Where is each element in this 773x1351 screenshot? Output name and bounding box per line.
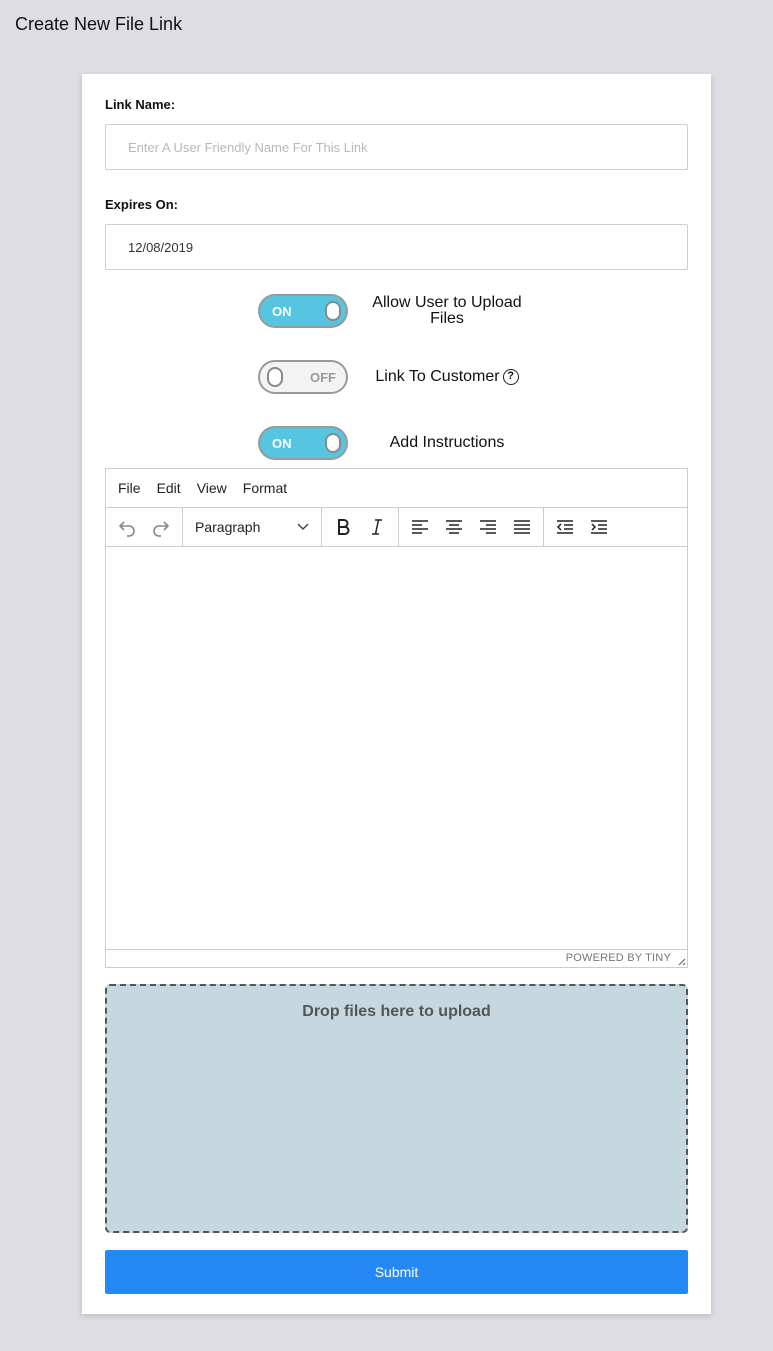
- toggle-state-text: OFF: [310, 370, 336, 385]
- align-group: [399, 508, 544, 546]
- align-justify-icon[interactable]: [505, 512, 539, 542]
- allow-upload-label: Allow User to Upload Files: [372, 294, 522, 327]
- allow-upload-toggle[interactable]: ON: [258, 294, 348, 328]
- rich-text-editor: File Edit View Format Paragraph POWERED …: [105, 468, 688, 968]
- dropzone-text: Drop files here to upload: [302, 1003, 491, 1020]
- expires-on-input[interactable]: [105, 224, 688, 270]
- outdent-icon[interactable]: [548, 512, 582, 542]
- toggle-row-allow-upload: ON Allow User to Upload Files: [82, 293, 711, 329]
- link-name-input[interactable]: [105, 124, 688, 170]
- align-center-icon[interactable]: [437, 512, 471, 542]
- bold-icon[interactable]: [326, 512, 360, 542]
- editor-toolbar: Paragraph: [106, 508, 687, 547]
- resize-handle-icon[interactable]: [676, 956, 686, 966]
- toggle-knob: [325, 301, 341, 321]
- powered-by-tiny-link[interactable]: POWERED BY TINY: [566, 952, 671, 964]
- toggle-row-add-instructions: ON Add Instructions: [82, 425, 711, 461]
- toggle-knob: [267, 367, 283, 387]
- link-customer-label: Link To Customer: [375, 368, 500, 385]
- page-title: Create New File Link: [15, 14, 183, 34]
- align-left-icon[interactable]: [403, 512, 437, 542]
- block-format-group: Paragraph: [183, 508, 322, 546]
- menu-format[interactable]: Format: [235, 480, 295, 496]
- indent-group: [544, 508, 620, 546]
- undo-icon[interactable]: [110, 512, 144, 542]
- indent-icon[interactable]: [582, 512, 616, 542]
- format-group: [322, 508, 399, 546]
- link-name-label: Link Name:: [105, 97, 176, 112]
- align-right-icon[interactable]: [471, 512, 505, 542]
- italic-icon[interactable]: [360, 512, 394, 542]
- editor-statusbar: POWERED BY TINY: [106, 949, 687, 967]
- submit-button[interactable]: Submit: [105, 1250, 688, 1294]
- file-dropzone[interactable]: Drop files here to upload: [105, 984, 688, 1233]
- toggle-row-link-customer: OFF Link To Customer?: [82, 359, 711, 395]
- form-card: Link Name: Expires On: ON Allow User to …: [82, 74, 711, 1314]
- redo-icon[interactable]: [144, 512, 178, 542]
- toggle-state-text: ON: [272, 304, 292, 319]
- editor-menubar: File Edit View Format: [106, 469, 687, 508]
- question-circle-icon[interactable]: ?: [502, 369, 519, 385]
- menu-file[interactable]: File: [110, 480, 149, 496]
- expires-on-label: Expires On:: [105, 197, 178, 212]
- chevron-down-icon: [297, 523, 309, 531]
- add-instructions-toggle[interactable]: ON: [258, 426, 348, 460]
- menu-view[interactable]: View: [189, 480, 235, 496]
- toggle-knob: [325, 433, 341, 453]
- link-customer-toggle[interactable]: OFF: [258, 360, 348, 394]
- history-group: [106, 508, 183, 546]
- block-format-select[interactable]: Paragraph: [187, 512, 317, 542]
- toggle-state-text: ON: [272, 436, 292, 451]
- link-customer-label-wrap: Link To Customer?: [362, 369, 532, 385]
- block-format-value: Paragraph: [195, 519, 261, 535]
- menu-edit[interactable]: Edit: [149, 480, 189, 496]
- add-instructions-label: Add Instructions: [389, 434, 505, 451]
- editor-content-area[interactable]: [106, 547, 687, 949]
